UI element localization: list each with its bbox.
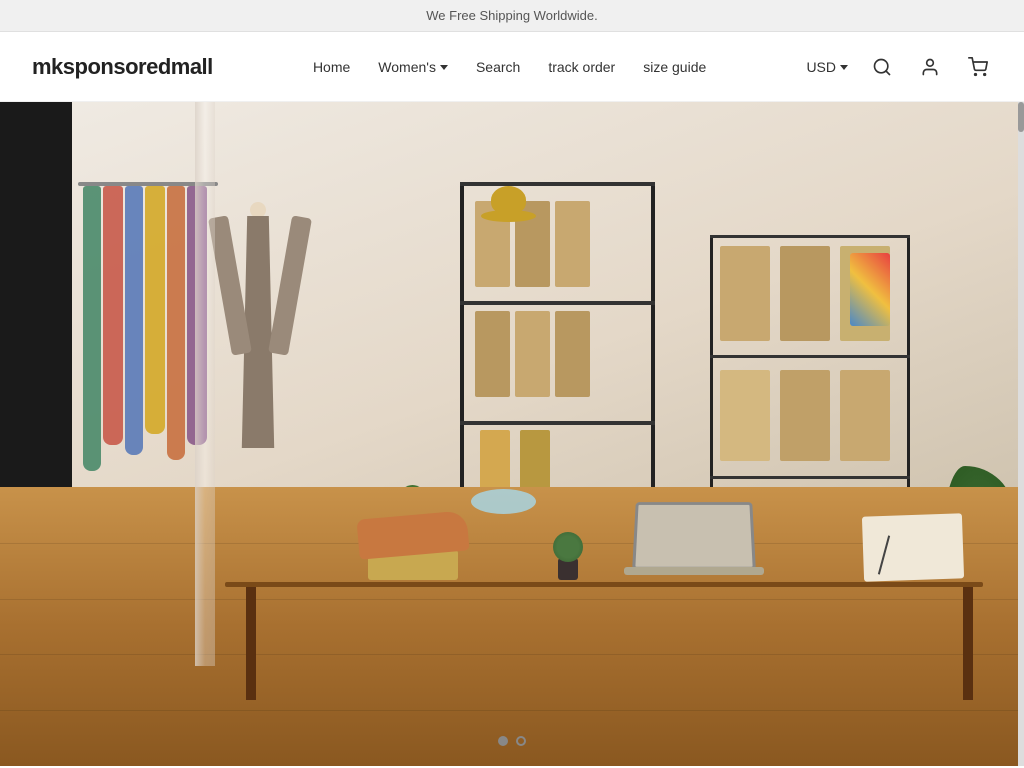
table-plant [553,530,583,580]
table-leg-right [963,587,973,700]
slide-indicators [498,736,526,746]
shoe-display [358,520,468,580]
curtain [195,102,215,666]
straw-hat [481,182,536,222]
currency-chevron-icon [840,65,848,70]
nav-item-womens[interactable]: Women's [378,59,448,75]
slide-dot-2[interactable] [516,736,526,746]
account-button[interactable] [916,53,944,81]
table-surface [225,582,983,587]
currency-selector[interactable]: USD [806,59,848,75]
announcement-bar: We Free Shipping Worldwide. [0,0,1024,32]
notebook [863,515,963,580]
currency-value: USD [806,59,836,75]
header: mksponsoredmall Home Women's Search trac… [0,32,1024,102]
table-leg-left [246,587,256,700]
cart-icon [968,57,988,77]
announcement-text: We Free Shipping Worldwide. [426,8,598,23]
laptop [614,500,774,580]
nav-item-search[interactable]: Search [476,59,520,75]
account-icon [920,57,940,77]
hero-section [0,102,1024,766]
womens-chevron-icon [440,65,448,70]
scrollbar[interactable] [1018,102,1024,766]
search-button[interactable] [868,53,896,81]
nav-item-track-order[interactable]: track order [548,59,615,75]
scrollbar-thumb [1018,102,1024,132]
main-nav: Home Women's Search track order size gui… [313,59,706,75]
cart-button[interactable] [964,53,992,81]
slide-dot-1[interactable] [498,736,508,746]
nav-item-home[interactable]: Home [313,59,350,75]
logo[interactable]: mksponsoredmall [32,54,213,80]
nav-item-size-guide[interactable]: size guide [643,59,706,75]
search-icon [872,57,892,77]
stool [471,489,536,514]
hero-image [0,102,1024,766]
header-actions: USD [806,53,992,81]
